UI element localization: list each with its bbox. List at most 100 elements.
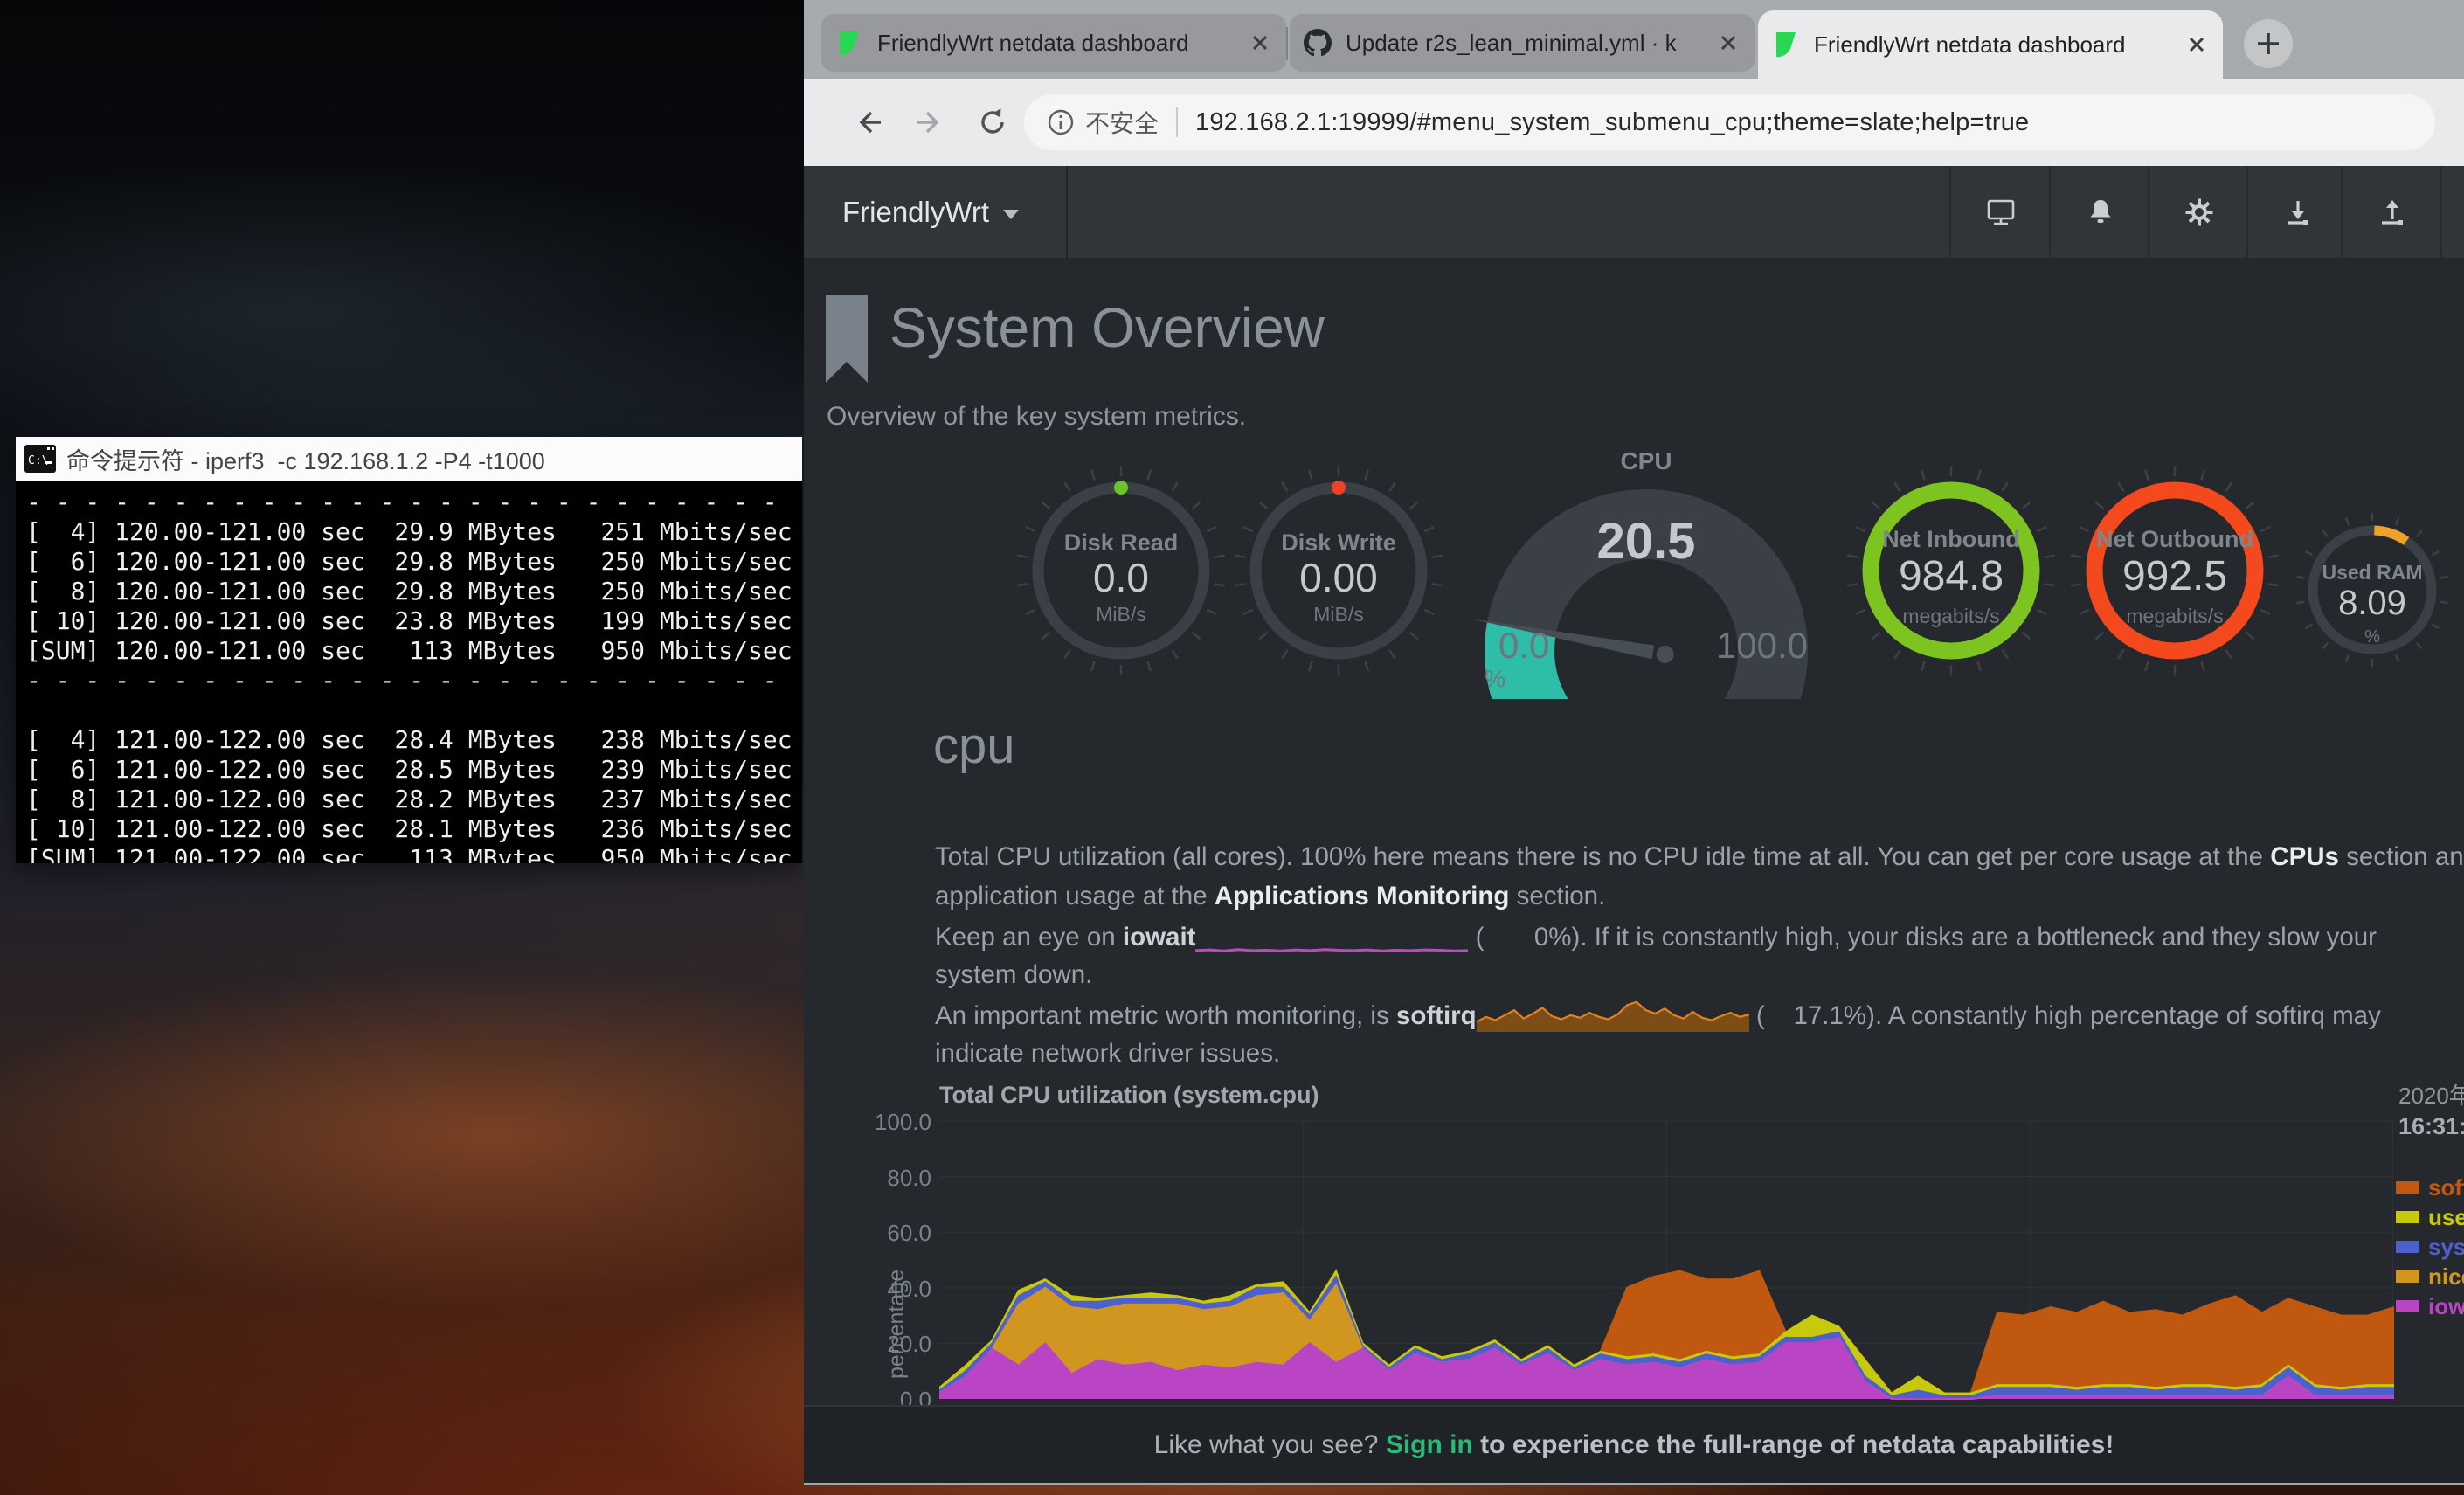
terminal-window: C:\ 命令提示符 - iperf3 -c 192.168.1.2 -P4 -t… <box>16 437 802 863</box>
text-segment: system down. <box>935 960 1092 989</box>
legend-label: iowait <box>2428 1293 2464 1320</box>
gauge-net-outbound[interactable]: Net Outbound992.5megabits/s <box>2066 461 2284 680</box>
legend-label: user <box>2428 1204 2464 1231</box>
terminal-line: [ 10] 121.00-122.00 sec 28.1 MBytes 236 … <box>26 814 802 844</box>
gauge-net-inbound[interactable]: Net Inbound984.8 megabits/s <box>1842 461 2060 680</box>
terminal-line: [ 4] 121.00-122.00 sec 28.4 MBytes 238 M… <box>26 725 802 755</box>
text-segment: Applications Monitoring <box>1215 882 1510 910</box>
upload-icon-button[interactable] <box>2341 166 2441 258</box>
legend-item-system[interactable]: system <box>2396 1232 2464 1262</box>
text-segment: section and per <box>2339 842 2464 871</box>
legend-item-nice[interactable]: nice <box>2396 1262 2464 1291</box>
back-button[interactable] <box>844 98 893 147</box>
url-divider <box>1176 107 1178 137</box>
gauge-text: 20.5 <box>1476 512 1817 571</box>
new-tab-button[interactable] <box>2244 19 2293 68</box>
terminal-line <box>26 696 802 725</box>
legend-label: softirq <box>2428 1174 2464 1201</box>
url-text[interactable]: 192.168.2.1:19999/#menu_system_submenu_c… <box>1195 108 2029 137</box>
description-line: Keep an eye on iowait ( 0%). If it is co… <box>935 916 2464 955</box>
browser-toolbar: 不安全 192.168.2.1:19999/#menu_system_subme… <box>804 79 2464 166</box>
tab-title: Update r2s_lean_minimal.yml · k <box>1346 30 1704 57</box>
gauge-text: Net Inbound <box>1842 526 2060 553</box>
gauge-used-ram[interactable]: Used RAM8.09% <box>2289 507 2455 673</box>
info-icon[interactable] <box>1047 108 1075 136</box>
chevron-down-icon <box>1003 210 1019 219</box>
terminal-line: [SUM] 121.00-122.00 sec 113 MBytes 950 M… <box>26 844 802 863</box>
cpu-utilization-chart[interactable] <box>939 1114 2394 1402</box>
text-segment: section. <box>1509 882 1605 910</box>
gauge-text: 100.0 <box>1716 625 1808 667</box>
forward-button[interactable] <box>905 98 954 147</box>
legend-swatch <box>2396 1300 2419 1312</box>
description-line: An important metric worth monitoring, is… <box>935 994 2464 1034</box>
gauge-cpu[interactable]: CPU20.50.0100.0% <box>1476 428 1817 699</box>
netdata-page: FriendlyWrt System Overview Overview of … <box>804 166 2464 1483</box>
tab-separator <box>1286 27 1288 60</box>
display-icon-button[interactable] <box>1949 166 2050 258</box>
tab-1[interactable]: FriendlyWrt netdata dashboard <box>821 14 1286 72</box>
host-dropdown[interactable]: FriendlyWrt <box>804 166 1068 258</box>
gauge-text: MiB/s <box>1012 603 1230 626</box>
banner-text-pre: Like what you see? <box>1154 1430 1386 1460</box>
banner-text-post: to experience the full-range of netdata … <box>1473 1430 2114 1460</box>
gauge-disk-write[interactable]: Disk Write0.00MiB/s <box>1229 461 1448 680</box>
legend-label: nice <box>2428 1263 2464 1291</box>
url-bar[interactable]: 不安全 192.168.2.1:19999/#menu_system_subme… <box>1024 94 2435 150</box>
gauge-text: Used RAM <box>2289 561 2455 585</box>
y-tick: 20.0 <box>804 1331 931 1358</box>
gear-icon-button[interactable] <box>2148 166 2248 258</box>
text-segment: application usage at the <box>935 882 1215 910</box>
legend-item-user[interactable]: user <box>2396 1202 2464 1232</box>
close-icon[interactable] <box>1248 31 1272 55</box>
legend-swatch <box>2396 1270 2419 1283</box>
signin-banner: Like what you see? Sign in to experience… <box>804 1405 2464 1483</box>
download-icon-button[interactable] <box>2246 166 2347 258</box>
cpu-description: Total CPU utilization (all cores). 100% … <box>935 837 2464 1073</box>
terminal-line: [ 8] 121.00-122.00 sec 28.2 MBytes 237 M… <box>26 785 802 814</box>
description-line: system down. <box>935 955 2464 994</box>
terminal-titlebar[interactable]: C:\ 命令提示符 - iperf3 -c 192.168.1.2 -P4 -t… <box>16 437 802 481</box>
svg-text:C:\: C:\ <box>28 454 48 467</box>
softirq-spark[interactable] <box>1477 994 1749 1044</box>
gauge-text: % <box>1485 666 1505 693</box>
page-subtitle: Overview of the key system metrics. <box>827 402 1246 432</box>
host-name: FriendlyWrt <box>842 196 989 229</box>
text-segment: iowait <box>1123 923 1196 952</box>
sign-in-link[interactable]: Sign in <box>1386 1430 1473 1460</box>
y-tick: 60.0 <box>804 1220 931 1247</box>
tab-3[interactable]: FriendlyWrt netdata dashboard <box>1758 10 2223 79</box>
terminal-line: [ 6] 121.00-122.00 sec 28.5 MBytes 239 M… <box>26 755 802 785</box>
close-icon[interactable] <box>1716 31 1741 55</box>
text-segment: Total CPU utilization (all cores). 100% … <box>935 842 2270 871</box>
gauge-text: 8.09 <box>2289 584 2455 623</box>
gauge-text: megabits/s <box>1842 605 2060 628</box>
gauge-text: % <box>2289 627 2455 647</box>
terminal-line: [ 6] 120.00-121.00 sec 29.8 MBytes 250 M… <box>26 547 802 577</box>
y-tick: 100.0 <box>804 1109 931 1136</box>
bell-icon-button[interactable] <box>2049 166 2149 258</box>
partial-icon-button[interactable] <box>2440 166 2464 258</box>
close-icon[interactable] <box>2184 32 2209 57</box>
legend-swatch <box>2396 1211 2419 1223</box>
gauge-text: 984.8 <box>1842 552 2060 600</box>
legend-item-iowait[interactable]: iowait <box>2396 1291 2464 1321</box>
chart-title: Total CPU utilization (system.cpu) <box>939 1082 1319 1109</box>
text-segment: ( 17.1%). A constantly high percentage o… <box>1749 1001 2381 1030</box>
legend-item-softirq[interactable]: softirq <box>2396 1173 2464 1202</box>
section-heading-cpu: cpu <box>933 716 1015 775</box>
gauge-disk-read[interactable]: Disk Read0.0MiB/s <box>1012 461 1230 680</box>
reload-button[interactable] <box>968 98 1017 147</box>
tab-2[interactable]: Update r2s_lean_minimal.yml · k <box>1290 14 1755 72</box>
legend-swatch <box>2396 1181 2419 1194</box>
text-segment: ( 0%). If it is constantly high, your di… <box>1468 923 2377 952</box>
gauge-text: Disk Read <box>1012 529 1230 557</box>
terminal-line: - - - - - - - - - - - - - - - - - - - - … <box>26 488 802 517</box>
bookmark-icon <box>826 295 868 389</box>
y-tick: 40.0 <box>804 1276 931 1303</box>
text-segment: indicate network driver issues. <box>935 1039 1280 1068</box>
iowait-spark[interactable] <box>1195 916 1468 966</box>
github-icon <box>1304 29 1332 57</box>
legend-swatch <box>2396 1241 2419 1253</box>
security-label: 不安全 <box>1085 105 1159 140</box>
